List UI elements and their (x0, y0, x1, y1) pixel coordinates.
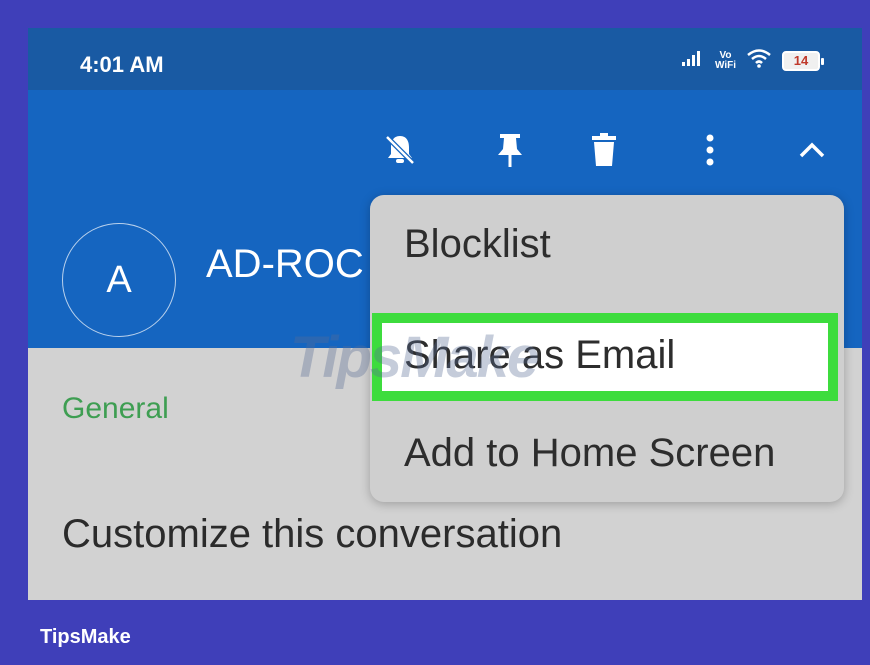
battery-icon: 14 (782, 50, 824, 71)
more-vert-icon[interactable] (690, 130, 730, 170)
menu-item-add-to-home-screen[interactable]: Add to Home Screen (370, 413, 844, 493)
wifi-icon (746, 48, 772, 73)
watermark-logo: TipsMake (290, 325, 539, 390)
signal-icon (681, 49, 705, 72)
phone-screen: 4:01 AM Vo WiFi 14 A AD-ROC General Cust… (28, 28, 862, 600)
pin-icon[interactable] (490, 130, 530, 170)
section-general-label: General (62, 392, 169, 425)
volte-wifi-indicator: Vo WiFi (714, 49, 736, 71)
brand-label: TipsMake (40, 626, 131, 648)
avatar: A (62, 223, 176, 337)
contact-name: AD-ROC (206, 242, 364, 286)
status-icons: Vo WiFi 14 (681, 48, 824, 73)
status-time: 4:01 AM (80, 52, 164, 77)
customize-conversation-item[interactable]: Customize this conversation (62, 512, 562, 557)
menu-item-blocklist[interactable]: Blocklist (370, 204, 844, 284)
trash-icon[interactable] (584, 130, 624, 170)
chevron-up-icon[interactable] (792, 130, 832, 170)
bell-off-icon[interactable] (380, 130, 420, 170)
status-bar: 4:01 AM Vo WiFi 14 (28, 28, 862, 90)
